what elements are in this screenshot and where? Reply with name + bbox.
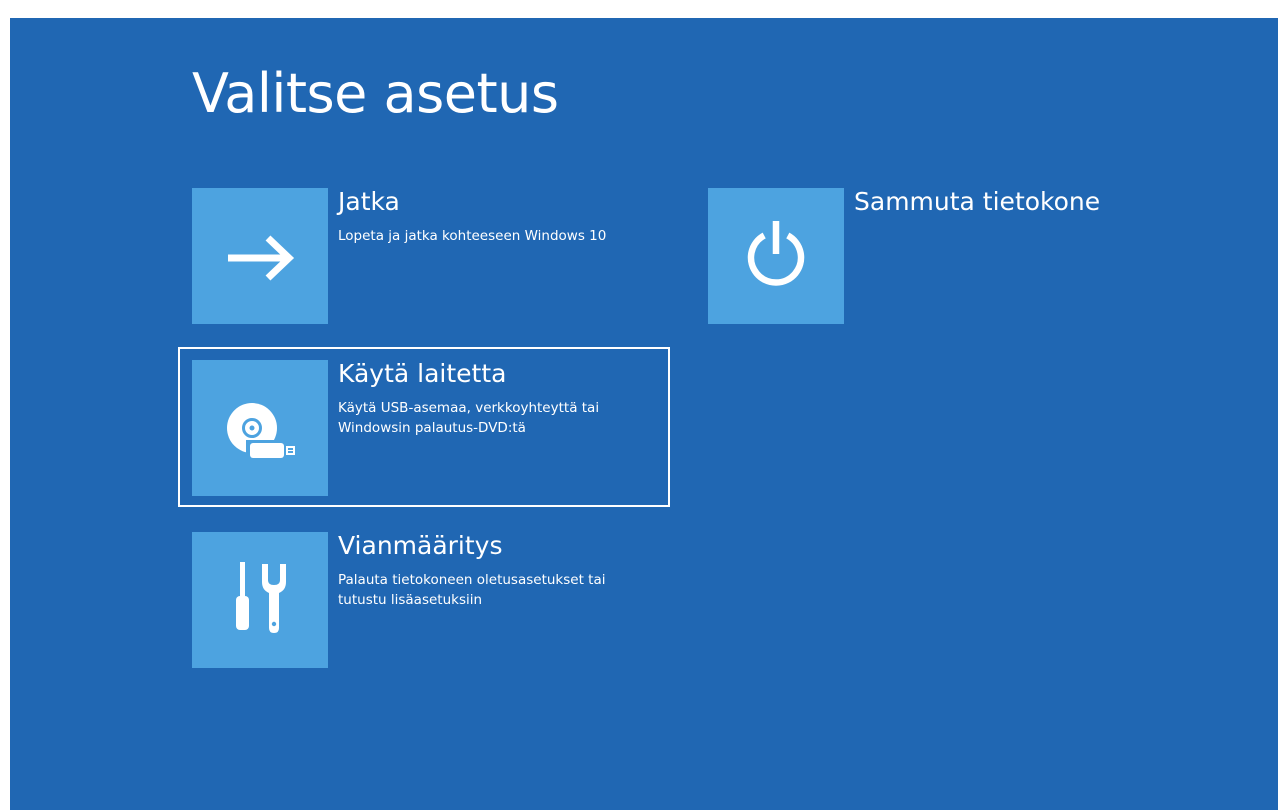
- troubleshoot-title: Vianmääritys: [338, 531, 503, 560]
- use-device-title: Käytä laitetta: [338, 359, 507, 388]
- troubleshoot-description-line: tutustu lisäasetuksiin: [338, 592, 483, 608]
- shutdown-option[interactable]: Sammuta tietokone: [708, 187, 1168, 324]
- tools-icon: [236, 562, 286, 633]
- use-device-tile: [192, 360, 328, 496]
- use-device-option[interactable]: Käytä laitetta Käytä USB-asemaa, verkkoy…: [192, 359, 672, 496]
- disc-usb-icon: [227, 403, 295, 460]
- arrow-right-icon: [228, 235, 295, 281]
- troubleshoot-tile: [192, 532, 328, 668]
- continue-option[interactable]: Jatka Lopeta ja jatka kohteeseen Windows…: [192, 187, 672, 324]
- troubleshoot-description: Palauta tietokoneen oletusasetukset tai …: [338, 570, 678, 610]
- continue-title: Jatka: [338, 187, 400, 216]
- continue-tile: [192, 188, 328, 324]
- continue-description-line: Lopeta ja jatka kohteeseen Windows 10: [338, 228, 607, 244]
- use-device-description: Käytä USB-asemaa, verkkoyhteyttä tai Win…: [338, 398, 678, 438]
- troubleshoot-option[interactable]: Vianmääritys Palauta tietokoneen oletusa…: [192, 531, 672, 668]
- shutdown-title: Sammuta tietokone: [854, 187, 1101, 216]
- page-title: Valitse asetus: [192, 62, 559, 125]
- use-device-description-line: Windowsin palautus-DVD:tä: [338, 420, 526, 436]
- use-device-description-line: Käytä USB-asemaa, verkkoyhteyttä tai: [338, 400, 600, 416]
- recovery-screen: Valitse asetus Jatka Lopeta ja jatka koh…: [10, 18, 1278, 810]
- shutdown-tile: [708, 188, 844, 324]
- troubleshoot-description-line: Palauta tietokoneen oletusasetukset tai: [338, 572, 606, 588]
- continue-description: Lopeta ja jatka kohteeseen Windows 10: [338, 226, 678, 246]
- power-icon: [747, 221, 805, 286]
